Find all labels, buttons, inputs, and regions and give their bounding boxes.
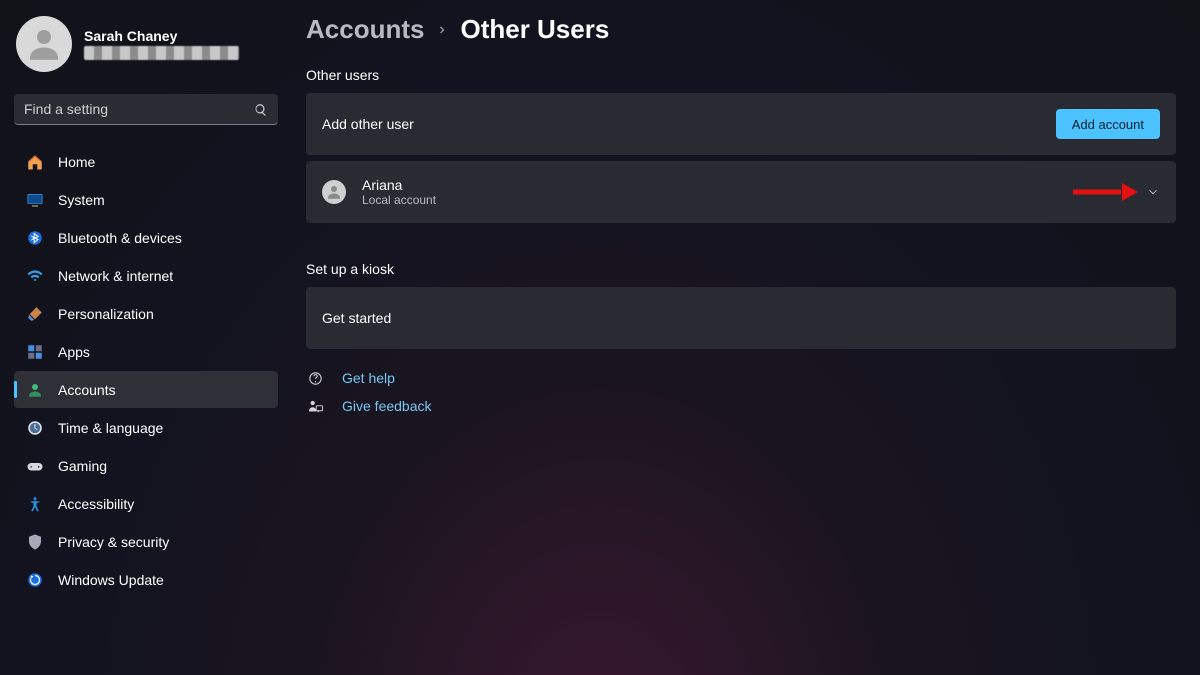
give-feedback-link[interactable]: Give feedback [342, 398, 432, 414]
system-icon [26, 191, 44, 209]
sidebar-item-label: Accessibility [58, 496, 134, 512]
paintbrush-icon [26, 305, 44, 323]
update-icon [26, 571, 44, 589]
profile-text: Sarah Chaney [84, 28, 239, 60]
sidebar-item-home[interactable]: Home [14, 143, 278, 180]
sidebar-item-label: Apps [58, 344, 90, 360]
user-left: Ariana Local account [322, 177, 436, 207]
user-avatar-icon [322, 180, 346, 204]
sidebar-item-label: Home [58, 154, 95, 170]
wifi-icon [26, 267, 44, 285]
clock-icon [26, 419, 44, 437]
sidebar-item-gaming[interactable]: Gaming [14, 447, 278, 484]
feedback-icon [306, 397, 324, 415]
main: Accounts Other Users Other users Add oth… [292, 0, 1200, 675]
breadcrumb-current: Other Users [460, 14, 609, 45]
person-icon [26, 381, 44, 399]
sidebar-item-network[interactable]: Network & internet [14, 257, 278, 294]
chevron-right-icon [436, 24, 448, 36]
add-account-button[interactable]: Add account [1056, 109, 1160, 139]
apps-icon [26, 343, 44, 361]
accessibility-icon [26, 495, 44, 513]
nav: Home System Bluetooth & devices Network … [14, 143, 278, 598]
chevron-down-icon[interactable] [1146, 185, 1160, 199]
sidebar-item-bluetooth[interactable]: Bluetooth & devices [14, 219, 278, 256]
sidebar-item-personalization[interactable]: Personalization [14, 295, 278, 332]
user-right [1073, 184, 1160, 200]
breadcrumb: Accounts Other Users [306, 14, 1176, 45]
sidebar-item-label: Network & internet [58, 268, 173, 284]
sidebar: Sarah Chaney Home System Bluetooth & dev… [0, 0, 292, 675]
profile-block[interactable]: Sarah Chaney [14, 16, 278, 72]
sidebar-item-label: Gaming [58, 458, 107, 474]
search-input[interactable] [14, 94, 278, 125]
profile-name: Sarah Chaney [84, 28, 239, 44]
sidebar-item-privacy[interactable]: Privacy & security [14, 523, 278, 560]
sidebar-item-time[interactable]: Time & language [14, 409, 278, 446]
sidebar-item-label: Bluetooth & devices [58, 230, 182, 246]
add-other-user-card: Add other user Add account [306, 93, 1176, 155]
shield-icon [26, 533, 44, 551]
sidebar-item-accounts[interactable]: Accounts [14, 371, 278, 408]
sidebar-item-label: System [58, 192, 105, 208]
give-feedback-row[interactable]: Give feedback [306, 397, 1176, 415]
sidebar-item-system[interactable]: System [14, 181, 278, 218]
footer-links: Get help Give feedback [306, 369, 1176, 415]
user-name: Ariana [362, 177, 436, 193]
sidebar-item-apps[interactable]: Apps [14, 333, 278, 370]
sidebar-item-label: Privacy & security [58, 534, 169, 550]
sidebar-item-label: Time & language [58, 420, 163, 436]
sidebar-item-label: Accounts [58, 382, 116, 398]
bluetooth-icon [26, 229, 44, 247]
get-help-row[interactable]: Get help [306, 369, 1176, 387]
avatar-icon [16, 16, 72, 72]
gamepad-icon [26, 457, 44, 475]
user-row[interactable]: Ariana Local account [306, 161, 1176, 223]
sidebar-item-label: Windows Update [58, 572, 164, 588]
section-title-other-users: Other users [306, 67, 1176, 83]
breadcrumb-parent[interactable]: Accounts [306, 14, 424, 45]
search-icon [254, 103, 268, 117]
user-text: Ariana Local account [362, 177, 436, 207]
get-help-link[interactable]: Get help [342, 370, 395, 386]
search-wrap [14, 94, 278, 125]
sidebar-item-accessibility[interactable]: Accessibility [14, 485, 278, 522]
help-icon [306, 369, 324, 387]
home-icon [26, 153, 44, 171]
section-title-kiosk: Set up a kiosk [306, 261, 1176, 277]
user-subtitle: Local account [362, 193, 436, 207]
add-other-user-label: Add other user [322, 116, 414, 132]
annotation-arrow-icon [1073, 184, 1136, 200]
sidebar-item-update[interactable]: Windows Update [14, 561, 278, 598]
kiosk-cta-label: Get started [322, 310, 391, 326]
kiosk-card[interactable]: Get started [306, 287, 1176, 349]
sidebar-item-label: Personalization [58, 306, 154, 322]
profile-email-redacted [84, 46, 239, 60]
